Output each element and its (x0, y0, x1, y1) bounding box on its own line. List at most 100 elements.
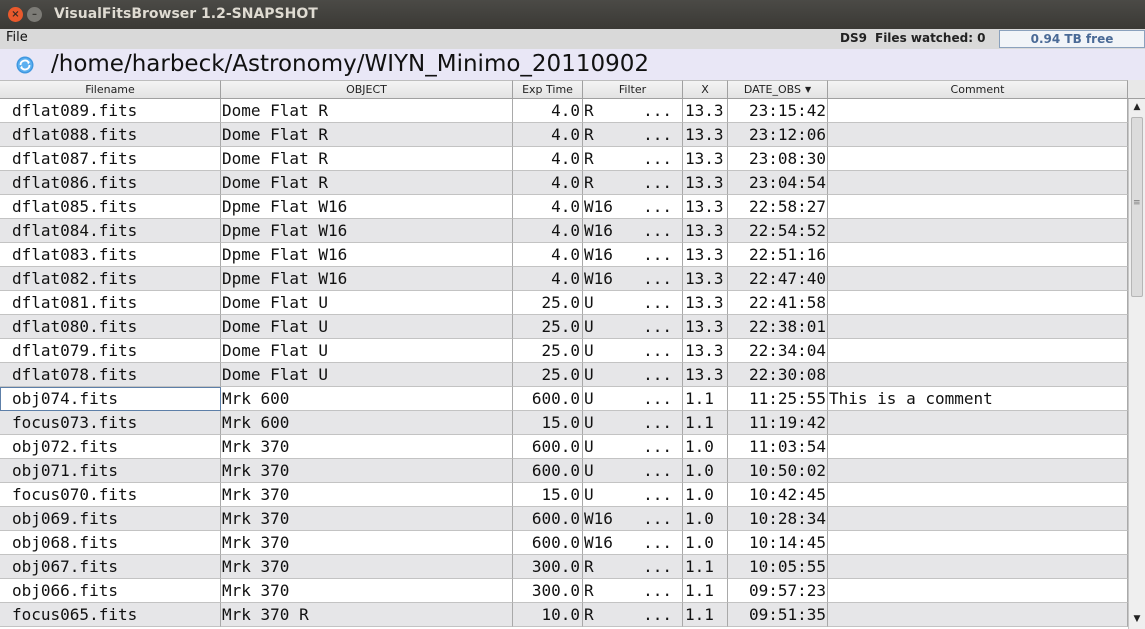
cell-comment[interactable] (828, 531, 1128, 555)
cell-exptime: 15.0 (513, 411, 583, 435)
cell-comment[interactable] (828, 171, 1128, 195)
refresh-icon[interactable] (16, 56, 34, 74)
table-row[interactable]: focus073.fits Mrk 600 15.0 U... 1.1 11:19:42 (0, 411, 1128, 435)
table-row[interactable]: dflat082.fits Dpme Flat W16 4.0 W16... 13.3 2… (0, 267, 1128, 291)
cell-object: Mrk 370 (221, 555, 513, 579)
cell-comment[interactable] (828, 267, 1128, 291)
minimize-window-button[interactable]: – (27, 7, 42, 22)
table-corner (1128, 80, 1145, 99)
table-row[interactable]: dflat086.fits Dome Flat R 4.0 R... 13.3 23:04… (0, 171, 1128, 195)
cell-date-obs: 22:34:04 (728, 339, 828, 363)
cell-filter-value: U (584, 293, 594, 312)
scroll-down-icon[interactable]: ▼ (1129, 611, 1145, 627)
cell-filter: U... (583, 291, 683, 315)
cell-comment[interactable] (828, 411, 1128, 435)
vertical-scrollbar[interactable]: ▲ ≡ ▼ (1128, 99, 1145, 629)
table-row[interactable]: obj071.fits Mrk 370 600.0 U... 1.0 10:50:02 (0, 459, 1128, 483)
cell-comment[interactable] (828, 219, 1128, 243)
cell-comment[interactable] (828, 579, 1128, 603)
table-row[interactable]: obj069.fits Mrk 370 600.0 W16... 1.0 10:28:34 (0, 507, 1128, 531)
table-row[interactable]: dflat084.fits Dpme Flat W16 4.0 W16... 13.3 2… (0, 219, 1128, 243)
column-header-x[interactable]: X (683, 80, 728, 99)
cell-comment[interactable] (828, 123, 1128, 147)
cell-filter-value: R (584, 581, 594, 600)
cell-comment[interactable] (828, 435, 1128, 459)
cell-comment[interactable] (828, 195, 1128, 219)
cell-filename: dflat085.fits (0, 195, 221, 219)
table-row[interactable]: dflat089.fits Dome Flat R 4.0 R... 13.3 23:15… (0, 99, 1128, 123)
cell-filter-more: ... (643, 221, 672, 240)
table-row[interactable]: dflat087.fits Dome Flat R 4.0 R... 13.3 23:08… (0, 147, 1128, 171)
cell-date-obs: 10:42:45 (728, 483, 828, 507)
table-row[interactable]: dflat088.fits Dome Flat R 4.0 R... 13.3 23:12… (0, 123, 1128, 147)
table-row[interactable]: dflat079.fits Dome Flat U 25.0 U... 13.3 22:3… (0, 339, 1128, 363)
cell-filename: obj071.fits (0, 459, 221, 483)
column-header-object[interactable]: OBJECT (221, 80, 513, 99)
table-row[interactable]: dflat081.fits Dome Flat U 25.0 U... 13.3 22:4… (0, 291, 1128, 315)
column-header-date-obs-label: DATE_OBS (743, 83, 801, 96)
cell-filter-more: ... (643, 317, 672, 336)
cell-x: 1.0 (683, 531, 728, 555)
title-bar: × – VisualFitsBrowser 1.2-SNAPSHOT (0, 0, 1145, 29)
table-row[interactable]: obj068.fits Mrk 370 600.0 W16... 1.0 10:14:45 (0, 531, 1128, 555)
column-header-filename[interactable]: Filename (0, 80, 221, 99)
column-header-date-obs[interactable]: DATE_OBS ▼ (728, 80, 828, 99)
cell-x: 1.1 (683, 555, 728, 579)
table-row[interactable]: focus065.fits Mrk 370 R 10.0 R... 1.1 09:51:3… (0, 603, 1128, 627)
cell-comment[interactable] (828, 315, 1128, 339)
table-row[interactable]: obj074.fits Mrk 600 600.0 U... 1.1 11:25:55 Th… (0, 387, 1128, 411)
cell-comment[interactable]: This is a comment (828, 387, 1128, 411)
cell-x: 1.1 (683, 579, 728, 603)
cell-filter: R... (583, 99, 683, 123)
cell-comment[interactable] (828, 243, 1128, 267)
table-row[interactable]: obj067.fits Mrk 370 300.0 R... 1.1 10:05:55 (0, 555, 1128, 579)
cell-filename: dflat079.fits (0, 339, 221, 363)
cell-x: 13.3 (683, 219, 728, 243)
cell-comment[interactable] (828, 339, 1128, 363)
cell-filter-more: ... (643, 533, 672, 552)
column-header-filter[interactable]: Filter (583, 80, 683, 99)
cell-object: Mrk 370 R (221, 603, 513, 627)
table-row[interactable]: dflat085.fits Dpme Flat W16 4.0 W16... 13.3 2… (0, 195, 1128, 219)
cell-object: Dome Flat R (221, 147, 513, 171)
scroll-up-icon[interactable]: ▲ (1129, 99, 1145, 115)
cell-filename: focus073.fits (0, 411, 221, 435)
cell-filter-value: U (584, 389, 594, 408)
cell-comment[interactable] (828, 147, 1128, 171)
table-row[interactable]: dflat080.fits Dome Flat U 25.0 U... 13.3 22:3… (0, 315, 1128, 339)
table-row[interactable]: dflat083.fits Dpme Flat W16 4.0 W16... 13.3 2… (0, 243, 1128, 267)
cell-date-obs: 22:30:08 (728, 363, 828, 387)
cell-x: 1.0 (683, 435, 728, 459)
menu-file[interactable]: File (6, 30, 28, 45)
cell-object: Dome Flat U (221, 363, 513, 387)
table-row[interactable]: focus070.fits Mrk 370 15.0 U... 1.0 10:42:45 (0, 483, 1128, 507)
close-window-button[interactable]: × (8, 7, 23, 22)
table-row[interactable]: dflat078.fits Dome Flat U 25.0 U... 13.3 22:3… (0, 363, 1128, 387)
cell-comment[interactable] (828, 507, 1128, 531)
table-row[interactable]: obj066.fits Mrk 370 300.0 R... 1.1 09:57:23 (0, 579, 1128, 603)
cell-object: Dpme Flat W16 (221, 195, 513, 219)
cell-filter: U... (583, 315, 683, 339)
column-header-comment[interactable]: Comment (828, 80, 1128, 99)
cell-x: 13.3 (683, 123, 728, 147)
cell-comment[interactable] (828, 99, 1128, 123)
path-bar: /home/harbeck/Astronomy/WIYN_Minimo_2011… (0, 49, 1145, 80)
cell-comment[interactable] (828, 555, 1128, 579)
cell-x: 13.3 (683, 147, 728, 171)
cell-object: Dome Flat U (221, 291, 513, 315)
cell-comment[interactable] (828, 603, 1128, 627)
cell-date-obs: 22:47:40 (728, 267, 828, 291)
column-header-exptime[interactable]: Exp Time (513, 80, 583, 99)
scrollbar-thumb[interactable]: ≡ (1131, 117, 1143, 297)
table-row[interactable]: obj072.fits Mrk 370 600.0 U... 1.0 11:03:54 (0, 435, 1128, 459)
cell-exptime: 4.0 (513, 243, 583, 267)
cell-date-obs: 23:12:06 (728, 123, 828, 147)
cell-filter: R... (583, 555, 683, 579)
cell-comment[interactable] (828, 291, 1128, 315)
cell-date-obs: 22:51:16 (728, 243, 828, 267)
cell-comment[interactable] (828, 459, 1128, 483)
cell-comment[interactable] (828, 483, 1128, 507)
cell-filter-value: U (584, 413, 594, 432)
fits-file-table: Filename OBJECT Exp Time Filter X DATE_O… (0, 80, 1128, 629)
cell-comment[interactable] (828, 363, 1128, 387)
